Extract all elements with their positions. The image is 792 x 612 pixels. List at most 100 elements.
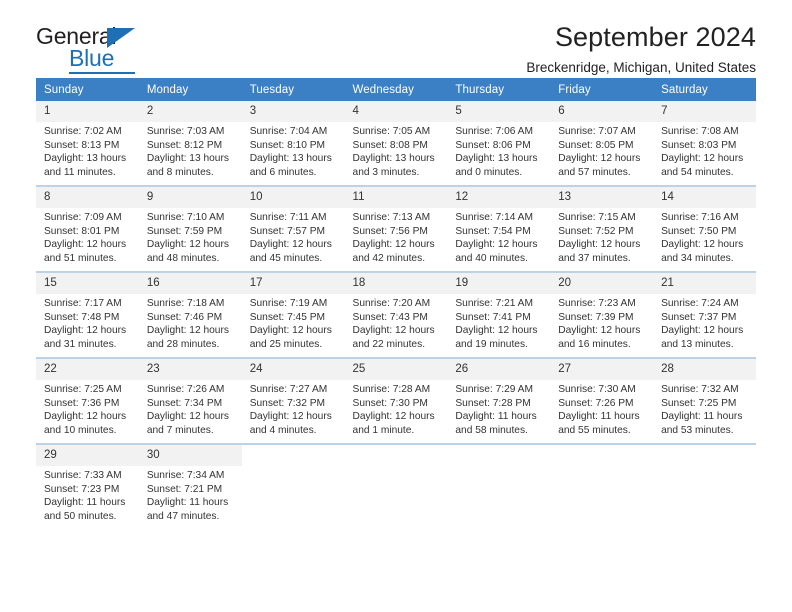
day-cell[interactable]: 23 Sunrise: 7:26 AM Sunset: 7:34 PM Dayligh… — [138, 357, 242, 444]
day-cell[interactable]: 26 Sunrise: 7:29 AM Sunset: 7:28 PM Dayligh… — [447, 357, 551, 444]
sunrise-text: Sunrise: 7:33 AM — [44, 470, 122, 481]
sunset-text: Sunset: 7:59 PM — [146, 225, 223, 237]
day-cell[interactable]: 19 Sunrise: 7:21 AM Sunset: 7:41 PM Dayligh… — [447, 271, 551, 358]
day-cell[interactable]: 12 Sunrise: 7:14 AM Sunset: 7:54 PM Dayligh… — [447, 185, 551, 272]
day-cell[interactable]: 28 Sunrise: 7:32 AM Sunset: 7:25 PM Dayligh… — [653, 357, 756, 444]
sunset-text: Sunset: 7:26 PM — [558, 397, 634, 409]
day-cell[interactable]: 8 Sunrise: 7:09 AM Sunset: 8:01 PM Daylight… — [36, 185, 139, 272]
sunset-text: Sunset: 8:05 PM — [558, 139, 634, 151]
day-cell[interactable]: 11 Sunrise: 7:13 AM Sunset: 7:56 PM Dayligh… — [344, 185, 448, 272]
daylight-text-line2: and 37 minutes. — [558, 252, 631, 264]
day-number: 28 — [653, 359, 756, 380]
day-info: Sunrise: 7:03 AM Sunset: 8:12 PM Daylight:… — [139, 122, 242, 179]
day-info: Sunrise: 7:02 AM Sunset: 8:13 PM Daylight:… — [36, 122, 139, 179]
sunrise-text: Sunrise: 7:07 AM — [558, 126, 636, 137]
sunset-text: Sunset: 7:46 PM — [146, 311, 223, 323]
day-cell[interactable]: 18 Sunrise: 7:20 AM Sunset: 7:43 PM Dayligh… — [344, 271, 448, 358]
sunrise-text: Sunrise: 7:20 AM — [352, 298, 431, 309]
day-cell[interactable]: 16 Sunrise: 7:18 AM Sunset: 7:46 PM Dayligh… — [138, 271, 242, 358]
day-number: 23 — [138, 359, 242, 380]
day-cell[interactable]: 6 Sunrise: 7:07 AM Sunset: 8:05 PM Daylight… — [550, 101, 654, 186]
day-cell[interactable]: 7 Sunrise: 7:08 AM Sunset: 8:03 PM Daylight… — [653, 101, 756, 186]
sunset-text: Sunset: 8:03 PM — [661, 139, 737, 151]
day-cell[interactable]: 1 Sunrise: 7:02 AM Sunset: 8:13 PM Daylight… — [36, 101, 139, 186]
day-number: 10 — [241, 187, 345, 208]
day-number: 29 — [36, 445, 139, 466]
general-blue-logo[interactable]: General Blue — [36, 25, 166, 74]
daylight-text-line2: and 8 minutes. — [146, 166, 214, 178]
day-cell[interactable]: 5 Sunrise: 7:06 AM Sunset: 8:06 PM Daylight… — [447, 101, 551, 186]
day-info: Sunrise: 7:11 AM Sunset: 7:57 PM Daylight:… — [242, 208, 345, 265]
sunset-text: Sunset: 7:39 PM — [558, 311, 634, 323]
day-info: Sunrise: 7:23 AM Sunset: 7:39 PM Daylight:… — [550, 294, 653, 351]
weekday-header-saturday: Saturday — [653, 78, 756, 101]
sunset-text: Sunset: 8:01 PM — [44, 225, 120, 237]
daylight-text-line2: and 34 minutes. — [661, 252, 734, 264]
day-info: Sunrise: 7:27 AM Sunset: 7:32 PM Daylight:… — [242, 380, 345, 437]
day-info: Sunrise: 7:13 AM Sunset: 7:56 PM Daylight:… — [345, 208, 448, 265]
day-cell[interactable]: 22 Sunrise: 7:25 AM Sunset: 7:36 PM Dayligh… — [36, 357, 139, 444]
day-cell[interactable]: 24 Sunrise: 7:27 AM Sunset: 7:32 PM Dayligh… — [241, 357, 345, 444]
day-cell[interactable]: 15 Sunrise: 7:17 AM Sunset: 7:48 PM Dayligh… — [36, 271, 139, 358]
weekday-header-tuesday: Tuesday — [241, 78, 345, 101]
daylight-text-line2: and 47 minutes. — [146, 510, 220, 522]
daylight-text-line2: and 31 minutes. — [44, 338, 117, 350]
sunset-text: Sunset: 7:54 PM — [455, 225, 531, 237]
calendar-header-row: Sunday Monday Tuesday Wednesday Thursday… — [36, 78, 756, 101]
location-subtitle: Breckenridge, Michigan, United States — [526, 60, 756, 75]
day-info: Sunrise: 7:25 AM Sunset: 7:36 PM Daylight:… — [36, 380, 139, 437]
day-cell[interactable]: 14 Sunrise: 7:16 AM Sunset: 7:50 PM Dayligh… — [653, 185, 756, 272]
day-cell[interactable]: 9 Sunrise: 7:10 AM Sunset: 7:59 PM Daylight… — [138, 185, 242, 272]
day-cell[interactable]: 20 Sunrise: 7:23 AM Sunset: 7:39 PM Dayligh… — [550, 271, 654, 358]
sunrise-text: Sunrise: 7:21 AM — [455, 298, 533, 309]
page-header: General Blue September 2024 Breckenridge… — [36, 0, 756, 78]
daylight-text-line2: and 7 minutes. — [146, 424, 214, 436]
week-row: 15 Sunrise: 7:17 AM Sunset: 7:48 PM Dayligh… — [36, 271, 756, 358]
day-number: 19 — [447, 273, 551, 294]
sunset-text: Sunset: 8:06 PM — [455, 139, 531, 151]
daylight-text-line2: and 19 minutes. — [455, 338, 528, 350]
day-number: 20 — [550, 273, 654, 294]
day-info: Sunrise: 7:15 AM Sunset: 7:52 PM Daylight:… — [550, 208, 653, 265]
sunrise-text: Sunrise: 7:26 AM — [146, 384, 225, 395]
page-title: September 2024 — [554, 22, 756, 52]
day-info: Sunrise: 7:10 AM Sunset: 7:59 PM Daylight:… — [139, 208, 242, 265]
daylight-text-line1: Daylight: 12 hours — [249, 325, 332, 337]
sunrise-text: Sunrise: 7:25 AM — [44, 384, 122, 395]
day-cell[interactable]: 4 Sunrise: 7:05 AM Sunset: 8:08 PM Daylight… — [344, 101, 448, 186]
sunrise-text: Sunrise: 7:30 AM — [558, 384, 636, 395]
day-cell-empty — [344, 443, 448, 529]
daylight-text-line1: Daylight: 12 hours — [44, 239, 127, 251]
sunset-text: Sunset: 7:43 PM — [352, 311, 428, 323]
daylight-text-line2: and 3 minutes. — [352, 166, 420, 178]
day-cell[interactable]: 10 Sunrise: 7:11 AM Sunset: 7:57 PM Dayligh… — [241, 185, 345, 272]
day-number: 25 — [344, 359, 448, 380]
day-cell[interactable]: 29 Sunrise: 7:33 AM Sunset: 7:23 PM Dayligh… — [36, 443, 139, 529]
day-cell[interactable]: 25 Sunrise: 7:28 AM Sunset: 7:30 PM Dayligh… — [344, 357, 448, 444]
day-info: Sunrise: 7:30 AM Sunset: 7:26 PM Daylight:… — [550, 380, 653, 437]
sunrise-text: Sunrise: 7:14 AM — [455, 212, 533, 223]
day-cell[interactable]: 13 Sunrise: 7:15 AM Sunset: 7:52 PM Dayligh… — [550, 185, 654, 272]
daylight-text-line2: and 48 minutes. — [146, 252, 220, 264]
daylight-text-line1: Daylight: 11 hours — [558, 411, 640, 423]
day-cell[interactable]: 2 Sunrise: 7:03 AM Sunset: 8:12 PM Daylight… — [138, 101, 242, 186]
day-number: 8 — [36, 187, 139, 208]
sunrise-text: Sunrise: 7:10 AM — [146, 212, 225, 223]
day-number: 22 — [36, 359, 139, 380]
day-cell[interactable]: 17 Sunrise: 7:19 AM Sunset: 7:45 PM Dayligh… — [241, 271, 345, 358]
sunset-text: Sunset: 7:37 PM — [661, 311, 737, 323]
day-cell[interactable]: 30 Sunrise: 7:34 AM Sunset: 7:21 PM Dayligh… — [138, 443, 242, 529]
day-cell[interactable]: 3 Sunrise: 7:04 AM Sunset: 8:10 PM Daylight… — [241, 101, 345, 186]
day-cell[interactable]: 21 Sunrise: 7:24 AM Sunset: 7:37 PM Dayligh… — [653, 271, 756, 358]
day-cell-empty — [447, 443, 551, 529]
daylight-text-line2: and 57 minutes. — [558, 166, 631, 178]
daylight-text-line1: Daylight: 11 hours — [44, 497, 126, 509]
daylight-text-line1: Daylight: 12 hours — [558, 325, 641, 337]
day-number — [345, 445, 448, 466]
sunrise-text: Sunrise: 7:16 AM — [661, 212, 739, 223]
week-row: 1 Sunrise: 7:02 AM Sunset: 8:13 PM Daylight… — [36, 101, 756, 186]
day-info: Sunrise: 7:32 AM Sunset: 7:25 PM Daylight:… — [653, 380, 756, 437]
logo-word-blue: Blue — [69, 45, 115, 71]
day-cell[interactable]: 27 Sunrise: 7:30 AM Sunset: 7:26 PM Dayligh… — [550, 357, 654, 444]
daylight-text-line1: Daylight: 12 hours — [661, 325, 744, 337]
